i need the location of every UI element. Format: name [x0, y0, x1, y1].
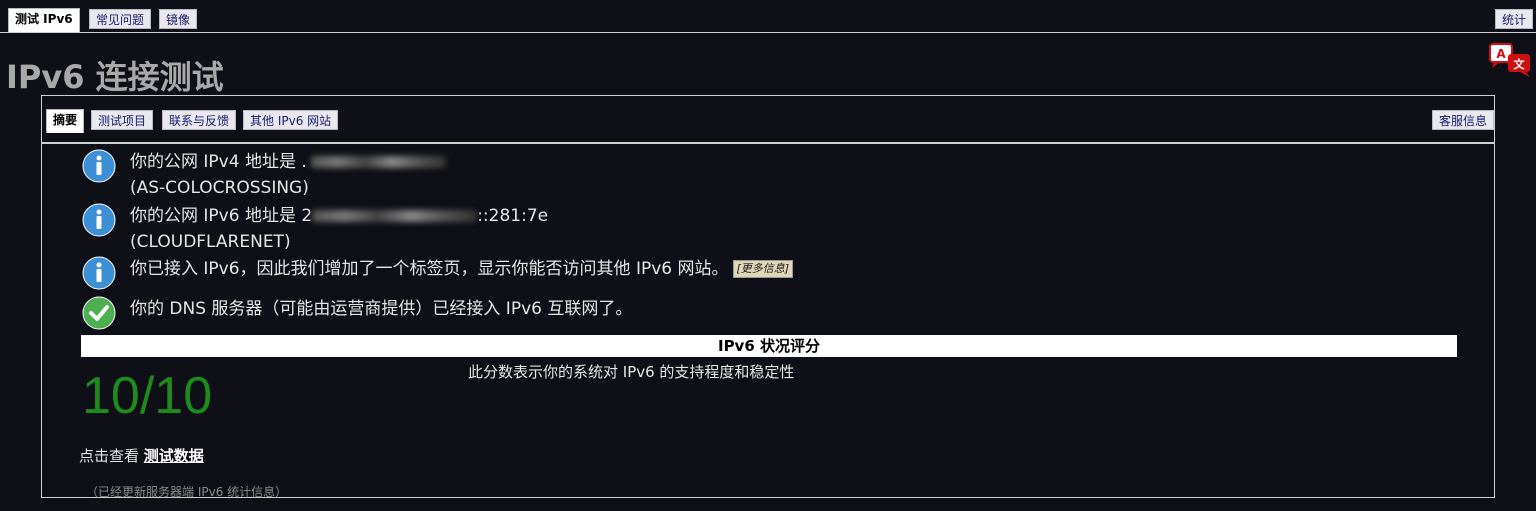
- score-value: 10/10: [82, 367, 213, 425]
- svg-text:文: 文: [1514, 57, 1526, 71]
- tab-stats[interactable]: 统计: [1495, 9, 1534, 29]
- tab-contact[interactable]: 联系与反馈: [162, 110, 237, 130]
- info-icon: [82, 149, 116, 183]
- tab-faq[interactable]: 常见问题: [89, 9, 152, 29]
- check-icon: [82, 296, 116, 330]
- ipv4-asn: (AS-COLOCROSSING): [130, 178, 309, 198]
- ipv6-address: 2::281:7e: [301, 206, 549, 226]
- tab-mirror[interactable]: 镜像: [159, 9, 198, 29]
- tab-test-ipv6[interactable]: 测试 IPv6: [8, 8, 80, 32]
- ipv6-asn: (CLOUDFLARENET): [130, 232, 291, 252]
- test-data-prefix: 点击查看: [79, 447, 140, 465]
- tab-other-ipv6-sites[interactable]: 其他 IPv6 网站: [243, 110, 339, 130]
- ipv6-label: 你的公网 IPv6 地址是: [130, 206, 296, 226]
- more-info-link[interactable]: [更多信息]: [732, 260, 794, 278]
- test-data-line: 点击查看 测试数据: [79, 445, 204, 466]
- dns-note: 你的 DNS 服务器（可能由运营商提供）已经接入 IPv6 互联网了。: [130, 299, 633, 319]
- score-header: IPv6 状况评分: [81, 335, 1457, 357]
- svg-text:A: A: [1496, 47, 1506, 61]
- main-panel: 摘要 测试项目 联系与反馈 其他 IPv6 网站 客服信息 你的公网 IPv4 …: [41, 95, 1495, 499]
- server-stats-note: （已经更新服务器端 IPv6 统计信息）: [86, 485, 288, 499]
- ipv4-label: 你的公网 IPv4 地址是: [130, 152, 296, 172]
- tab-summary[interactable]: 摘要: [46, 109, 85, 133]
- sub-tab-bar: 摘要 测试项目 联系与反馈 其他 IPv6 网站 客服信息: [42, 96, 1495, 144]
- info-icon: [82, 256, 116, 290]
- info-icon: [82, 203, 116, 237]
- tab-tests[interactable]: 测试项目: [91, 110, 154, 130]
- ipv6-tab-note-text: 你已接入 IPv6，因此我们增加了一个标签页，显示你能否访问其他 IPv6 网站…: [130, 259, 729, 279]
- tab-helpdesk[interactable]: 客服信息: [1432, 110, 1495, 130]
- page-title: IPv6 连接测试: [6, 58, 224, 96]
- top-tab-bar: 测试 IPv6 常见问题 镜像 统计: [0, 0, 1536, 33]
- ipv4-address: .: [301, 152, 446, 172]
- score-description: 此分数表示你的系统对 IPv6 的支持程度和稳定性: [468, 363, 795, 381]
- translate-icon[interactable]: A 文: [1488, 42, 1534, 78]
- test-data-link[interactable]: 测试数据: [144, 447, 204, 465]
